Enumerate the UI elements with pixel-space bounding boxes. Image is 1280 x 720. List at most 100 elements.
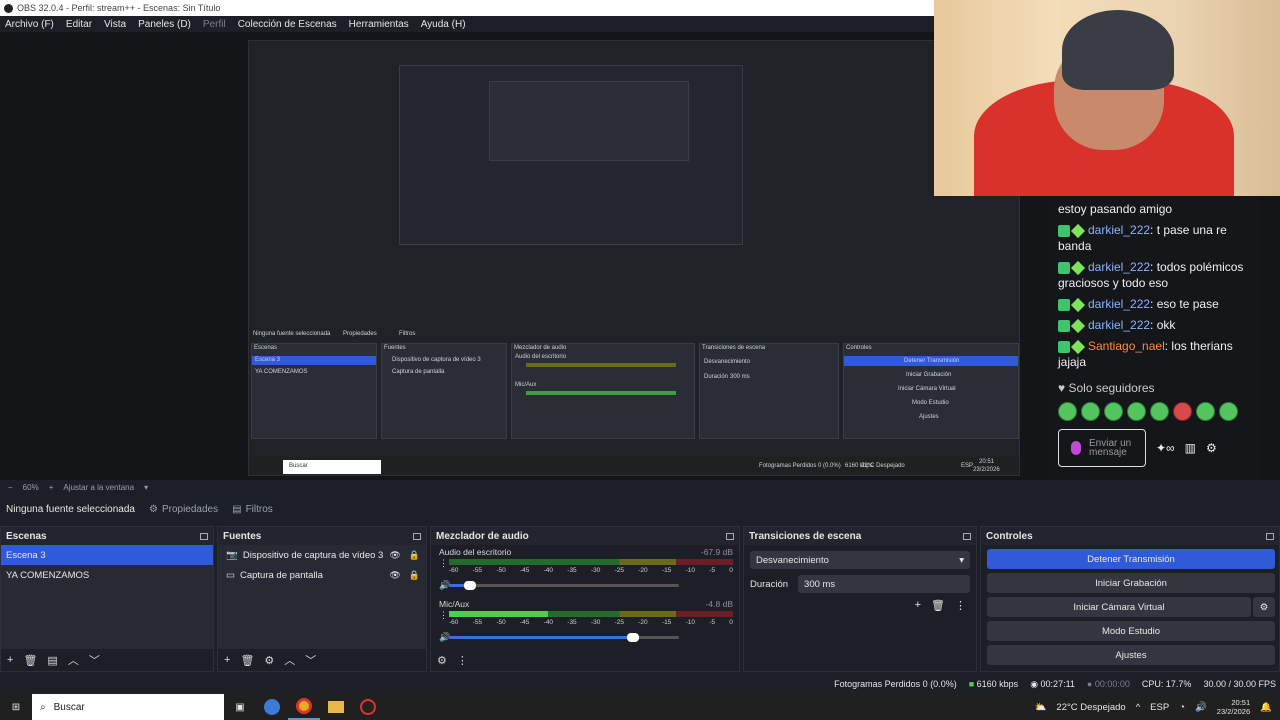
lock-icon[interactable]: 🔒 xyxy=(409,570,420,581)
file-explorer-icon[interactable] xyxy=(320,694,352,720)
transition-actions: + 🗑 ⋮ xyxy=(915,599,966,612)
menu-file[interactable]: Archivo (F) xyxy=(5,19,54,30)
volume-knob[interactable] xyxy=(463,581,476,590)
kebab-menu-icon[interactable]: ⋮ xyxy=(439,610,448,621)
trash-icon[interactable]: 🗑 xyxy=(240,654,254,667)
gear-icon[interactable]: ⚙ xyxy=(1253,597,1275,617)
undock-icon[interactable] xyxy=(726,532,734,540)
emote-icon[interactable] xyxy=(1058,402,1077,421)
kebab-menu-icon[interactable]: ⋮ xyxy=(955,599,966,612)
fit-window[interactable]: Ajustar a la ventana xyxy=(63,483,134,492)
duration-input[interactable]: 300 ms xyxy=(798,575,970,593)
clock[interactable]: 20:51 23/2/2026 xyxy=(1217,698,1250,716)
add-icon[interactable]: + xyxy=(224,654,230,666)
menu-view[interactable]: Vista xyxy=(104,19,126,30)
emote-icon[interactable] xyxy=(1150,402,1169,421)
nested-transitions-title: Transiciones de escena xyxy=(702,345,766,351)
scene-item[interactable]: Escena 3 xyxy=(1,545,213,565)
nested-preview-deepest xyxy=(489,81,689,161)
obs-icon[interactable] xyxy=(352,694,384,720)
studio-mode-button[interactable]: Modo Estudio xyxy=(987,621,1275,641)
copilot-icon[interactable] xyxy=(256,694,288,720)
diamond-icon xyxy=(1070,260,1086,275)
store-icon[interactable]: ▥ xyxy=(1185,441,1196,455)
menu-help[interactable]: Ayuda (H) xyxy=(421,19,466,30)
emote-icon[interactable] xyxy=(1196,402,1215,421)
emote-icon[interactable] xyxy=(1173,402,1192,421)
chevron-up-icon[interactable]: ^ xyxy=(1136,702,1140,713)
chevron-down-icon[interactable]: ﹀ xyxy=(305,652,316,668)
volume-slider[interactable] xyxy=(449,633,679,642)
clock-date: 23/2/2026 xyxy=(1216,707,1251,716)
gear-icon[interactable]: ⚙ xyxy=(1206,441,1217,455)
bits-icon[interactable]: ✦∞ xyxy=(1156,441,1175,455)
weather-icon[interactable]: ⛅ xyxy=(1035,702,1047,713)
undock-icon[interactable] xyxy=(1266,532,1274,540)
emote-icon[interactable] xyxy=(1219,402,1238,421)
wifi-icon[interactable]: ◔ xyxy=(1179,702,1185,713)
gear-icon[interactable]: ⚙ xyxy=(437,654,447,667)
add-icon[interactable]: + xyxy=(915,599,921,612)
eye-icon[interactable]: 👁 xyxy=(389,570,400,581)
lock-icon[interactable]: 🔒 xyxy=(409,550,420,561)
language[interactable]: ESP xyxy=(1150,702,1169,713)
trash-icon[interactable]: 🗑 xyxy=(23,654,37,667)
undock-icon[interactable] xyxy=(413,532,421,540)
weather-text[interactable]: 22°C Despejado xyxy=(1056,702,1125,713)
chat-username[interactable]: darkiel_222 xyxy=(1088,223,1150,237)
zoom-in-icon[interactable]: + xyxy=(49,483,54,492)
gear-icon[interactable]: ⚙ xyxy=(264,654,274,667)
properties-button[interactable]: ⚙ Propiedades xyxy=(149,504,218,515)
meter-tick-label: -20 xyxy=(638,619,648,626)
chat-username[interactable]: Santiago_nael xyxy=(1088,339,1165,353)
volume-icon[interactable]: 🔊 xyxy=(1195,702,1207,713)
menu-scene-collection[interactable]: Colección de Escenas xyxy=(238,19,337,30)
volume-slider[interactable] xyxy=(449,581,679,590)
menu-edit[interactable]: Editar xyxy=(66,19,92,30)
scene-item[interactable]: YA COMENZAMOS xyxy=(1,565,213,585)
chevron-up-icon[interactable]: ︿ xyxy=(284,652,295,668)
chevron-up-icon[interactable]: ︿ xyxy=(68,652,79,668)
emote-icon[interactable] xyxy=(1081,402,1100,421)
menu-profile[interactable]: Perfil xyxy=(203,19,226,30)
emote-icon[interactable] xyxy=(1127,402,1146,421)
mic-icon xyxy=(1071,441,1081,455)
record-icon: ● xyxy=(1086,679,1095,689)
chat-text: : okk xyxy=(1150,318,1176,332)
chat-username[interactable]: darkiel_222 xyxy=(1088,260,1150,274)
menu-docks[interactable]: Paneles (D) xyxy=(138,19,191,30)
kebab-menu-icon[interactable]: ⋮ xyxy=(457,654,468,667)
badge-icon xyxy=(1058,298,1070,311)
bitrate-value: 6160 kbps xyxy=(976,679,1019,689)
filter-icon[interactable]: ▤ xyxy=(47,654,57,667)
trash-icon[interactable]: 🗑 xyxy=(931,599,945,612)
undock-icon[interactable] xyxy=(963,532,971,540)
meter-ticks: -60 -55 -50 -45 -40 -35 -30 -25 -20 -15 -10 -5 0 xyxy=(449,619,733,626)
undock-icon[interactable] xyxy=(200,532,208,540)
taskbar-search[interactable]: ⌕ Buscar xyxy=(32,694,224,720)
volume-knob[interactable] xyxy=(627,633,639,642)
source-item[interactable]: ▭ Captura de pantalla 👁 🔒 xyxy=(218,565,426,585)
emote-icon[interactable] xyxy=(1104,402,1123,421)
transition-select[interactable]: Desvanecimiento ▾ xyxy=(750,551,970,569)
settings-button[interactable]: Ajustes xyxy=(987,645,1275,665)
chevron-down-icon[interactable]: ▾ xyxy=(144,483,148,492)
add-icon[interactable]: + xyxy=(7,654,13,666)
windows-start-icon[interactable]: ⊞ xyxy=(0,694,32,720)
notification-icon[interactable]: 🔔 xyxy=(1260,702,1272,713)
zoom-out-icon[interactable]: − xyxy=(8,483,13,492)
filters-button[interactable]: ▤ Filtros xyxy=(232,504,273,515)
chrome-icon[interactable] xyxy=(288,694,320,720)
menu-tools[interactable]: Herramientas xyxy=(349,19,409,30)
chat-username[interactable]: darkiel_222 xyxy=(1088,297,1150,311)
kebab-menu-icon[interactable]: ⋮ xyxy=(439,558,448,569)
chevron-down-icon[interactable]: ﹀ xyxy=(89,652,100,668)
start-recording-button[interactable]: Iniciar Grabación xyxy=(987,573,1275,593)
stop-streaming-button[interactable]: Detener Transmisión xyxy=(987,549,1275,569)
chat-input[interactable]: Enviar un mensaje xyxy=(1058,429,1146,467)
source-item[interactable]: 📷 Dispositivo de captura de vídeo 3 👁 🔒 xyxy=(218,545,426,565)
chat-username[interactable]: darkiel_222 xyxy=(1088,318,1150,332)
start-virtual-camera-button[interactable]: Iniciar Cámara Virtual xyxy=(987,597,1251,617)
task-view-icon[interactable]: ▣ xyxy=(224,694,256,720)
eye-icon[interactable]: 👁 xyxy=(389,550,400,561)
